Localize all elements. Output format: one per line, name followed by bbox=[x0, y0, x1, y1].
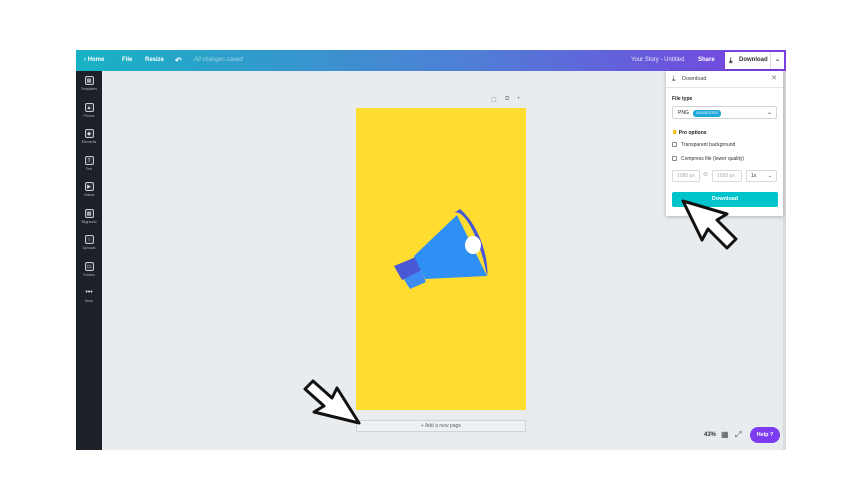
share-button[interactable]: Share bbox=[698, 50, 715, 71]
sidebar-item-templates[interactable]: ▦ Templates bbox=[76, 76, 102, 100]
pointer-arrow-icon bbox=[303, 379, 361, 425]
videos-icon: ▶ bbox=[84, 182, 94, 191]
crown-icon: ♛ bbox=[672, 130, 678, 136]
file-menu[interactable]: File bbox=[122, 50, 132, 71]
add-new-page-button[interactable]: + Add a new page bbox=[356, 420, 526, 432]
download-panel: ⤓ Download ✕ File type PNG SUGGESTED ⌄ ♛… bbox=[666, 71, 783, 216]
resize-menu[interactable]: Resize bbox=[145, 50, 164, 71]
help-button[interactable]: Help ? bbox=[750, 427, 780, 443]
uploads-icon: ↑ bbox=[84, 235, 94, 244]
document-title[interactable]: Your Story - Untitled bbox=[631, 50, 684, 71]
background-icon: ▩ bbox=[84, 209, 94, 218]
duplicate-page-icon[interactable]: ⧉ bbox=[505, 96, 509, 103]
save-status: All changes saved bbox=[194, 57, 243, 63]
download-panel-header: ⤓ Download ✕ bbox=[666, 71, 783, 88]
text-icon: T bbox=[84, 156, 94, 165]
sidebar-item-text[interactable]: T Text bbox=[76, 156, 102, 180]
sidebar-item-more[interactable]: ••• More bbox=[76, 288, 102, 312]
sidebar-item-videos[interactable]: ▶ Videos bbox=[76, 182, 102, 206]
height-input[interactable]: 1920 px bbox=[712, 170, 742, 182]
pro-options-label: ♛ Pro options bbox=[672, 130, 707, 136]
sidebar-item-uploads[interactable]: ↑ Uploads bbox=[76, 235, 102, 259]
file-type-label: File type bbox=[672, 96, 693, 102]
design-page[interactable] bbox=[356, 108, 526, 410]
scale-select[interactable]: 1x ⌄ bbox=[746, 170, 777, 182]
elements-icon: ◆ bbox=[84, 129, 94, 138]
chevron-down-icon: ⌄ bbox=[767, 173, 772, 179]
sidebar-item-elements[interactable]: ◆ Elements bbox=[76, 129, 102, 153]
sidebar: ▦ Templates ▲ Photos ◆ Elements T Text ▶… bbox=[76, 71, 102, 450]
fullscreen-icon[interactable]: ⤢ bbox=[735, 430, 741, 440]
add-page-icon[interactable]: + bbox=[517, 96, 521, 102]
top-bar: ‹ Home File Resize ↶ All changes saved Y… bbox=[76, 50, 786, 71]
page-notes-icon[interactable]: ▢ bbox=[491, 96, 497, 103]
sidebar-item-background[interactable]: ▩ Bkground bbox=[76, 209, 102, 233]
grid-view-icon[interactable]: ▦ bbox=[721, 430, 729, 439]
compress-file-checkbox[interactable] bbox=[672, 156, 677, 161]
file-type-select[interactable]: PNG SUGGESTED ⌄ bbox=[672, 106, 777, 119]
close-icon[interactable]: ✕ bbox=[771, 74, 777, 82]
megaphone-graphic[interactable] bbox=[356, 108, 526, 410]
undo-icon[interactable]: ↶ bbox=[175, 50, 182, 71]
zoom-level[interactable]: 43% bbox=[704, 432, 716, 438]
megaphone-speaker bbox=[465, 236, 481, 254]
compress-file-label: Compress file (lower quality) bbox=[681, 156, 745, 162]
transparent-background-checkbox[interactable] bbox=[672, 142, 677, 147]
width-input[interactable]: 1080 px bbox=[672, 170, 700, 182]
more-icon: ••• bbox=[85, 289, 93, 296]
suggested-badge: SUGGESTED bbox=[693, 109, 721, 117]
download-icon: ⤓ bbox=[672, 74, 676, 83]
sidebar-item-folders[interactable]: ▭ Folders bbox=[76, 262, 102, 286]
photos-icon: ▲ bbox=[84, 103, 94, 112]
chevron-down-icon[interactable]: ⌄ bbox=[770, 52, 784, 69]
chevron-down-icon: ⌄ bbox=[766, 110, 772, 116]
transparent-background-label: Transparent background bbox=[681, 142, 736, 148]
download-icon: ⤓ bbox=[729, 56, 733, 65]
download-button[interactable]: ⤓ Download ⌄ bbox=[724, 51, 785, 70]
home-button[interactable]: ‹ Home bbox=[84, 50, 104, 71]
templates-icon: ▦ bbox=[84, 76, 94, 85]
pointer-arrow-icon bbox=[681, 199, 738, 250]
sidebar-item-photos[interactable]: ▲ Photos bbox=[76, 103, 102, 127]
scrollbar[interactable] bbox=[783, 71, 786, 450]
folders-icon: ▭ bbox=[84, 262, 94, 271]
link-icon[interactable]: ⊘ bbox=[703, 171, 708, 178]
